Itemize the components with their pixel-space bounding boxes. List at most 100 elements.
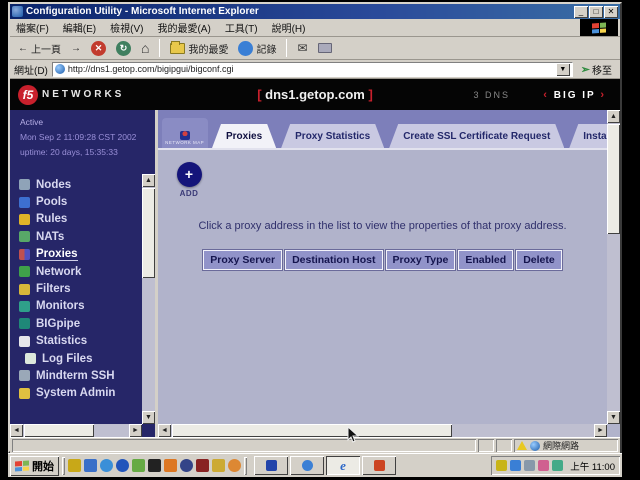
- forward-button[interactable]: →: [68, 42, 84, 55]
- stop-button[interactable]: ✕: [88, 40, 109, 57]
- sidebar-item-statistics[interactable]: Statistics: [19, 333, 115, 350]
- scroll-left-icon[interactable]: ◄: [158, 424, 171, 437]
- browser-toolbar: ← 上一頁 → ✕ ↻ ⌂ 我的最愛 記錄: [10, 37, 620, 60]
- add-proxy-control[interactable]: + ADD: [174, 162, 204, 198]
- task-button-ie-active[interactable]: e: [326, 456, 360, 475]
- tray-icon-3[interactable]: [524, 460, 535, 471]
- back-button[interactable]: ← 上一頁: [15, 40, 64, 57]
- quicklaunch-icon-8[interactable]: [180, 459, 193, 472]
- close-button[interactable]: ✕: [604, 6, 618, 18]
- scrollbar-thumb[interactable]: [24, 424, 94, 437]
- refresh-button[interactable]: ↻: [113, 40, 134, 57]
- sidebar-item-log-files[interactable]: Log Files: [19, 350, 115, 367]
- task-button-4[interactable]: [362, 456, 396, 475]
- scroll-up-icon[interactable]: ▲: [607, 110, 620, 123]
- home-button[interactable]: ⌂: [138, 40, 152, 57]
- sidebar-item-monitors[interactable]: Monitors: [19, 298, 115, 315]
- history-button[interactable]: 記錄: [235, 40, 279, 57]
- sidebar-item-label: Proxies: [36, 248, 78, 261]
- quicklaunch-icon-11[interactable]: [228, 459, 241, 472]
- internet-zone-icon: [530, 441, 540, 451]
- taskbar-clock: 上午 11:00: [570, 459, 615, 473]
- scroll-down-icon[interactable]: ▼: [607, 411, 620, 424]
- quicklaunch-icon-1[interactable]: [68, 459, 81, 472]
- sidebar-item-mindterm-ssh[interactable]: Mindterm SSH: [19, 367, 115, 384]
- add-icon[interactable]: +: [177, 162, 202, 187]
- network-icon: [19, 266, 30, 277]
- forward-icon: →: [71, 43, 81, 54]
- sidebar-item-proxies[interactable]: Proxies: [19, 246, 115, 263]
- address-dropdown-icon[interactable]: ▼: [556, 63, 570, 76]
- security-zone-pane: 網際網路: [514, 439, 618, 452]
- quicklaunch-icon-10[interactable]: [212, 459, 225, 472]
- address-input[interactable]: [68, 64, 553, 74]
- network-map-chip[interactable]: NETWORK MAP: [162, 118, 208, 148]
- quicklaunch-icon-6[interactable]: [148, 459, 161, 472]
- start-button[interactable]: 開始: [10, 456, 59, 476]
- scroll-right-icon[interactable]: ►: [129, 424, 142, 437]
- minimize-button[interactable]: _: [574, 6, 588, 18]
- column-header-proxy-server[interactable]: Proxy Server: [203, 250, 282, 270]
- mail-button[interactable]: ✉: [294, 40, 310, 56]
- tab-proxy-statistics[interactable]: Proxy Statistics: [281, 124, 384, 148]
- sidebar-horizontal-scrollbar[interactable]: ◄ ►: [10, 424, 142, 437]
- mail-icon: ✉: [297, 41, 307, 55]
- menu-edit[interactable]: 編輯(E): [63, 20, 96, 35]
- column-header-destination-host[interactable]: Destination Host: [285, 250, 382, 270]
- rules-icon: [19, 214, 30, 225]
- sidebar-item-network[interactable]: Network: [19, 263, 115, 280]
- content-horizontal-scrollbar[interactable]: ◄ ►: [158, 424, 607, 437]
- tab-proxies[interactable]: Proxies: [212, 124, 276, 148]
- sidebar-item-nodes[interactable]: Nodes: [19, 176, 115, 193]
- quicklaunch-icon-7[interactable]: [164, 459, 177, 472]
- scrollbar-thumb[interactable]: [142, 188, 155, 278]
- favorites-button[interactable]: 我的最愛: [167, 40, 231, 57]
- sidebar-item-bigpipe[interactable]: BIGpipe: [19, 315, 115, 332]
- tab-create-ssl-certificate-request[interactable]: Create SSL Certificate Request: [389, 124, 564, 148]
- task-button-1[interactable]: [254, 456, 288, 475]
- maximize-button[interactable]: □: [589, 6, 603, 18]
- sidebar-item-nats[interactable]: NATs: [19, 228, 115, 245]
- menu-tools[interactable]: 工具(T): [225, 20, 258, 35]
- quicklaunch-icon-3[interactable]: [100, 459, 113, 472]
- start-windows-flag-icon: [15, 460, 29, 471]
- tray-icon-2[interactable]: [510, 460, 521, 471]
- sidebar-item-rules[interactable]: Rules: [19, 211, 115, 228]
- menu-favorites[interactable]: 我的最愛(A): [157, 20, 210, 35]
- quicklaunch-icon-5[interactable]: [132, 459, 145, 472]
- print-button[interactable]: [315, 42, 335, 54]
- taskbar-handle[interactable]: [244, 457, 247, 475]
- title-bar[interactable]: Configuration Utility - Microsoft Intern…: [10, 4, 620, 19]
- content-vertical-scrollbar[interactable]: ▲ ▼: [607, 110, 620, 424]
- scroll-right-icon[interactable]: ►: [594, 424, 607, 437]
- go-button[interactable]: ➢ 移至: [577, 62, 616, 77]
- statistics-icon: [19, 336, 30, 347]
- tray-icon-5[interactable]: [552, 460, 563, 471]
- task-button-2[interactable]: [290, 456, 324, 475]
- column-header-enabled[interactable]: Enabled: [458, 250, 513, 270]
- scrollbar-thumb[interactable]: [172, 424, 452, 437]
- menu-help[interactable]: 說明(H): [272, 20, 306, 35]
- tab-install-ssl-certificate[interactable]: Install SSL Certificate: [569, 124, 607, 148]
- scroll-down-icon[interactable]: ▼: [142, 411, 155, 424]
- scroll-left-icon[interactable]: ◄: [10, 424, 23, 437]
- address-input-wrap: ▼: [52, 62, 573, 77]
- quicklaunch-icon-2[interactable]: [84, 459, 97, 472]
- sidebar-item-pools[interactable]: Pools: [19, 193, 115, 210]
- quicklaunch-icon-4[interactable]: [116, 459, 129, 472]
- scrollbar-thumb[interactable]: [607, 124, 620, 234]
- sidebar-vertical-scrollbar[interactable]: ▲ ▼: [142, 174, 155, 424]
- menu-bar: 檔案(F) 編輯(E) 檢視(V) 我的最愛(A) 工具(T) 說明(H): [10, 19, 620, 37]
- taskbar-handle[interactable]: [62, 457, 65, 475]
- scroll-up-icon[interactable]: ▲: [142, 174, 155, 187]
- menu-file[interactable]: 檔案(F): [16, 20, 49, 35]
- column-header-delete[interactable]: Delete: [516, 250, 562, 270]
- sidebar-item-filters[interactable]: Filters: [19, 280, 115, 297]
- tray-icon-4[interactable]: [538, 460, 549, 471]
- tray-icon-1[interactable]: [496, 460, 507, 471]
- quicklaunch-icon-9[interactable]: [196, 459, 209, 472]
- menu-view[interactable]: 檢視(V): [110, 20, 143, 35]
- mindterm-ssh-icon: [19, 370, 30, 381]
- column-header-proxy-type[interactable]: Proxy Type: [386, 250, 456, 270]
- sidebar-item-system-admin[interactable]: System Admin: [19, 385, 115, 402]
